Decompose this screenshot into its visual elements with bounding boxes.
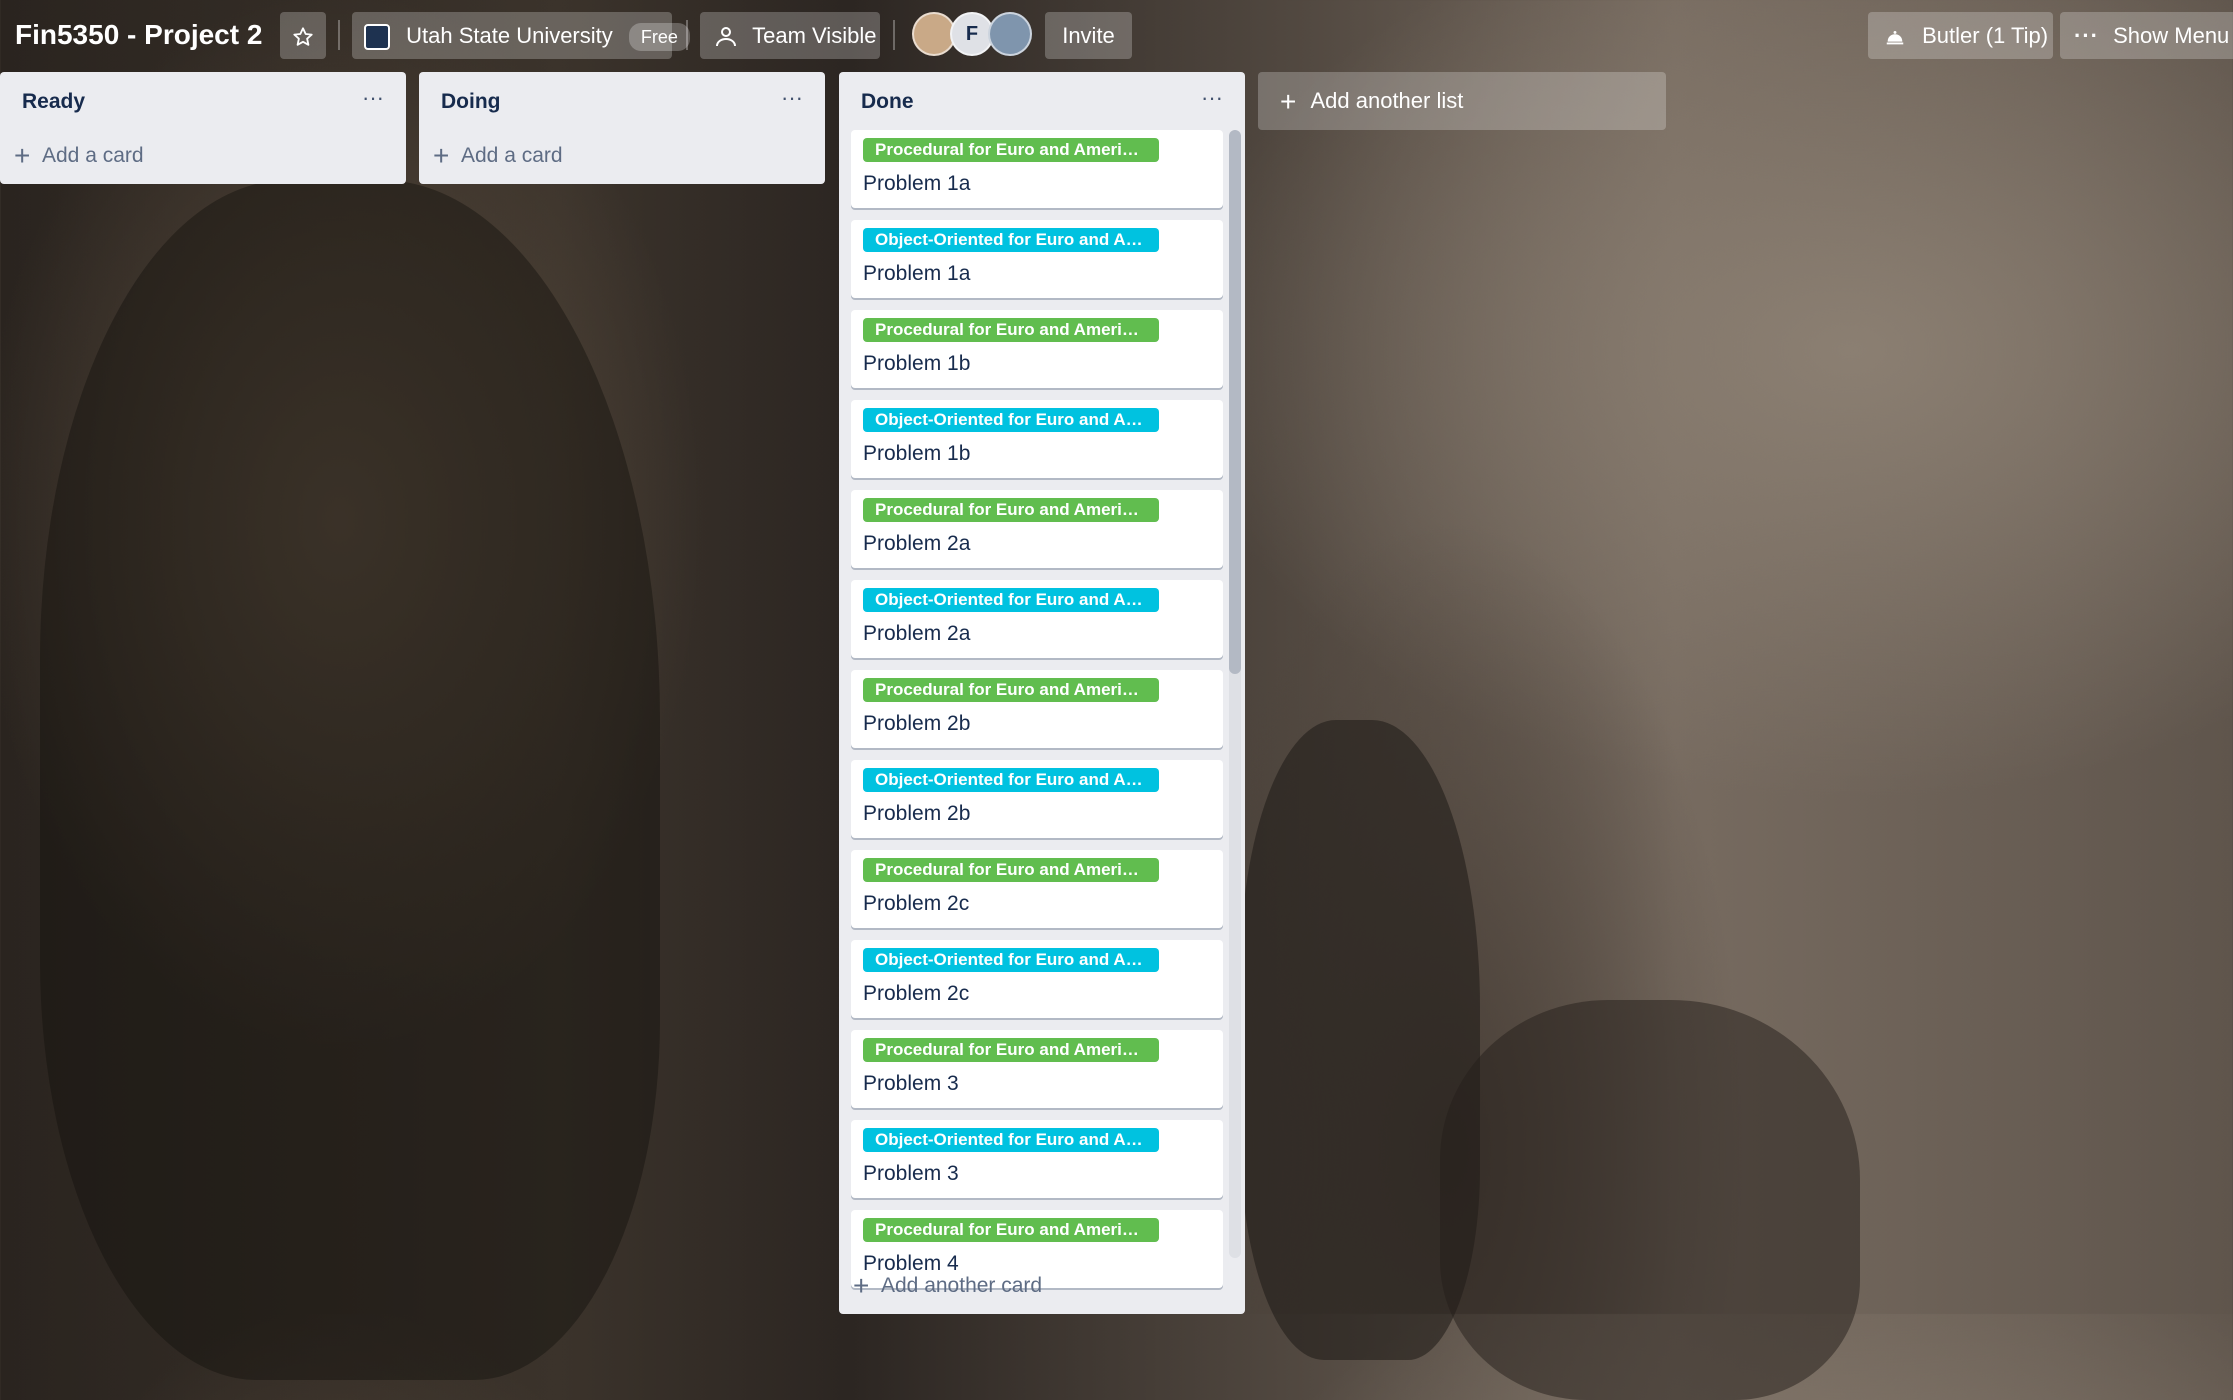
card[interactable]: Procedural for Euro and American Problem …	[851, 850, 1223, 928]
board-title[interactable]: Fin5350 - Project 2	[15, 14, 262, 56]
header-divider	[686, 20, 688, 50]
card[interactable]: Object-Oriented for Euro and Am... Proble…	[851, 400, 1223, 478]
list-menu-icon[interactable]: ···	[1197, 86, 1227, 116]
butler-button[interactable]: Butler (1 Tip)	[1868, 12, 2053, 59]
card-title: Problem 1b	[863, 442, 971, 465]
star-icon	[293, 27, 313, 46]
header-divider	[893, 20, 895, 50]
list-done: Done ··· Procedural for Euro and America…	[839, 72, 1245, 1314]
plus-icon: +	[433, 140, 450, 171]
workspace-button[interactable]: Utah State University Free	[352, 12, 690, 59]
list-header: Ready ···	[0, 72, 406, 132]
card[interactable]: Object-Oriented for Euro and Am... Proble…	[851, 760, 1223, 838]
card[interactable]: Procedural for Euro and American Problem …	[851, 670, 1223, 748]
list-title[interactable]: Doing	[441, 90, 500, 114]
visibility-label: Team Visible	[752, 23, 877, 48]
card-label[interactable]: Object-Oriented for Euro and Am...	[863, 228, 1159, 252]
show-menu-label: Show Menu	[2113, 23, 2230, 48]
card[interactable]: Object-Oriented for Euro and Am... Proble…	[851, 1120, 1223, 1198]
card-label[interactable]: Procedural for Euro and American	[863, 858, 1159, 882]
card-title: Problem 2a	[863, 532, 971, 555]
card-label[interactable]: Object-Oriented for Euro and Am...	[863, 1128, 1159, 1152]
card-title: Problem 2a	[863, 622, 971, 645]
workspace-name: Utah State University	[406, 23, 613, 48]
card-label[interactable]: Object-Oriented for Euro and Am...	[863, 408, 1159, 432]
card-list-scrollbar[interactable]	[1229, 130, 1241, 1258]
team-icon	[716, 27, 736, 47]
header-divider	[338, 20, 340, 50]
card-list: Procedural for Euro and American Problem …	[839, 130, 1245, 1330]
add-card-button[interactable]: + Add a card	[419, 128, 825, 184]
card-title: Problem 2b	[863, 712, 971, 735]
card[interactable]: Procedural for Euro and American Problem …	[851, 310, 1223, 388]
list-title[interactable]: Ready	[22, 90, 85, 114]
card-title: Problem 1a	[863, 172, 971, 195]
card[interactable]: Object-Oriented for Euro and Am... Proble…	[851, 940, 1223, 1018]
board-header: Fin5350 - Project 2 Utah State Universit…	[0, 0, 2233, 70]
list-title[interactable]: Done	[861, 90, 914, 114]
butler-bell-icon	[1886, 31, 1904, 45]
card-title: Problem 2c	[863, 892, 970, 915]
card[interactable]: Procedural for Euro and American Problem …	[851, 130, 1223, 208]
invite-button[interactable]: Invite	[1045, 12, 1132, 59]
add-card-label: Add another card	[881, 1274, 1043, 1297]
add-card-button[interactable]: + Add a card	[0, 128, 406, 184]
card-title: Problem 3	[863, 1072, 959, 1095]
add-list-button[interactable]: + Add another list	[1258, 72, 1666, 130]
card[interactable]: Object-Oriented for Euro and Am... Proble…	[851, 220, 1223, 298]
card-label[interactable]: Procedural for Euro and American	[863, 138, 1159, 162]
card-label[interactable]: Object-Oriented for Euro and Am...	[863, 948, 1159, 972]
add-card-label: Add a card	[461, 144, 563, 167]
workspace-logo-icon	[364, 24, 390, 51]
card-title: Problem 1a	[863, 262, 971, 285]
star-board-button[interactable]	[280, 12, 326, 59]
list-menu-icon[interactable]: ···	[777, 86, 807, 116]
scrollbar-thumb[interactable]	[1229, 130, 1241, 674]
visibility-button[interactable]: Team Visible	[700, 12, 880, 59]
add-list-label: Add another list	[1310, 88, 1464, 113]
list-header: Done ···	[839, 72, 1245, 132]
plan-badge: Free	[628, 23, 690, 52]
card-label[interactable]: Object-Oriented for Euro and Am...	[863, 768, 1159, 792]
card-label[interactable]: Procedural for Euro and American	[863, 678, 1159, 702]
list-menu-icon[interactable]: ···	[358, 86, 388, 116]
card-label[interactable]: Object-Oriented for Euro and Am...	[863, 588, 1159, 612]
card-title: Problem 2b	[863, 802, 971, 825]
plus-icon: +	[1280, 86, 1297, 118]
plus-icon: +	[14, 140, 31, 171]
card-label[interactable]: Procedural for Euro and American	[863, 1038, 1159, 1062]
card-label[interactable]: Procedural for Euro and American	[863, 318, 1159, 342]
card-title: Problem 3	[863, 1162, 959, 1185]
card[interactable]: Object-Oriented for Euro and Am... Proble…	[851, 580, 1223, 658]
background-rock	[1440, 1000, 1860, 1400]
card-label[interactable]: Procedural for Euro and American	[863, 498, 1159, 522]
more-horizontal-icon: ···	[2074, 23, 2099, 48]
member-avatar[interactable]	[988, 12, 1032, 56]
card-label[interactable]: Procedural for Euro and American	[863, 1218, 1159, 1242]
show-menu-button[interactable]: ··· Show Menu	[2060, 12, 2233, 59]
plus-icon: +	[853, 1270, 870, 1301]
list-header: Doing ···	[419, 72, 825, 132]
card[interactable]: Procedural for Euro and American Problem …	[851, 490, 1223, 568]
card-title: Problem 2c	[863, 982, 970, 1005]
card[interactable]: Procedural for Euro and American Problem …	[851, 1030, 1223, 1108]
add-card-label: Add a card	[42, 144, 144, 167]
add-another-card-button[interactable]: + Add another card	[839, 1258, 1245, 1314]
list-doing: Doing ··· + Add a card	[419, 72, 825, 184]
card-title: Problem 1b	[863, 352, 971, 375]
background-rock	[40, 180, 660, 1380]
list-ready: Ready ··· + Add a card	[0, 72, 406, 184]
butler-label: Butler (1 Tip)	[1922, 23, 2049, 48]
